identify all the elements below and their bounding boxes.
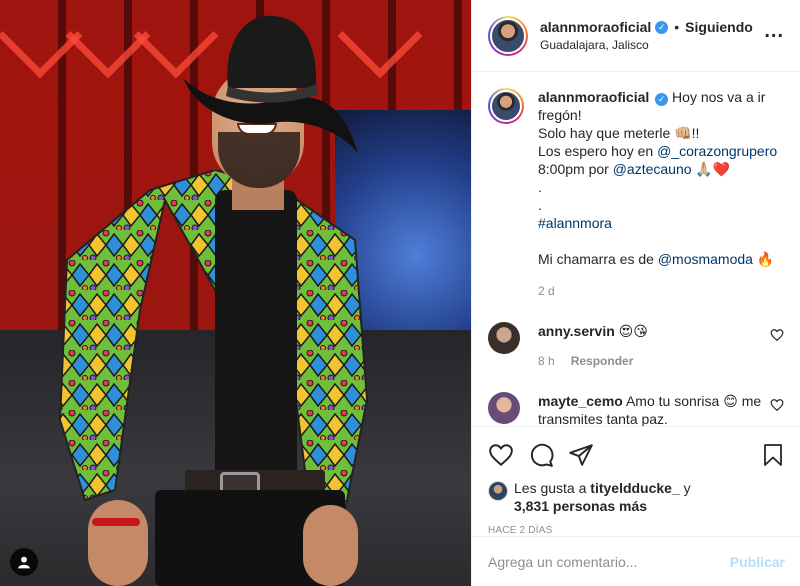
verified-icon: ✓ [655, 20, 669, 34]
commenter-username[interactable]: mayte_cemo [538, 393, 623, 409]
commenter-avatar[interactable] [488, 392, 520, 424]
location-link[interactable]: Guadalajara, Jalisco [540, 38, 764, 52]
comment-item: anny.servin 😍😘 8 h Responder [488, 322, 784, 370]
caption-time[interactable]: 2 d [538, 282, 784, 300]
comment-text: 😍😘 [618, 323, 648, 339]
likes-conj: y [679, 480, 691, 496]
following-button[interactable]: Siguiendo [685, 19, 753, 35]
reply-button[interactable]: Responder [571, 352, 634, 370]
comment-body: mayte_cemo Amo tu sonrisa 😊 me transmite… [538, 392, 784, 426]
comment-meta: 8 h Responder [538, 352, 762, 370]
comments-section[interactable]: alannmoraoficial ✓ Hoy nos va a ir fregó… [472, 72, 800, 426]
comment-icon[interactable] [528, 442, 554, 468]
black-shirt [215, 190, 297, 490]
left-hand [88, 500, 148, 586]
avatar-image [490, 17, 526, 54]
heart-icon[interactable] [488, 442, 514, 468]
hashtag-link[interactable]: #alannmora [538, 214, 784, 232]
caption-line: Los espero hoy en @_corazongrupero [538, 142, 784, 160]
caption-line: Solo hay que meterle 👊🏼!! [538, 125, 700, 141]
comment-body: anny.servin 😍😘 8 h Responder [538, 322, 784, 370]
caption-line: . [538, 197, 542, 213]
caption-text: 8:00pm por [538, 161, 613, 177]
more-icon[interactable]: ... [764, 20, 784, 51]
like-comment-heart-icon[interactable] [770, 398, 784, 412]
comment-time[interactable]: 8 h [538, 352, 555, 370]
caption-line [538, 232, 784, 250]
liker-username[interactable]: tityeldducke_ [590, 480, 679, 496]
instagram-post: alannmoraoficial ✓ • Siguiendo Guadalaja… [0, 0, 800, 586]
header-text: alannmoraoficial ✓ • Siguiendo Guadalaja… [540, 19, 764, 52]
header-row: alannmoraoficial ✓ • Siguiendo [540, 19, 764, 35]
author-avatar[interactable] [488, 15, 528, 56]
likes-prefix: Les gusta a [514, 480, 591, 496]
liker-avatar[interactable] [488, 481, 508, 501]
comment-input[interactable] [488, 553, 730, 570]
likes-text: Les gusta a tityeldducke_ y 3,831 person… [514, 479, 691, 515]
avatar-image [490, 90, 522, 122]
likes-summary: Les gusta a tityeldducke_ y 3,831 person… [488, 479, 785, 515]
user-tag-icon [18, 556, 30, 569]
commenter-username[interactable]: anny.servin [538, 323, 615, 339]
caption-line: alannmoraoficial ✓ Hoy nos va a ir fregó… [538, 88, 784, 124]
caption-author-avatar[interactable] [488, 88, 524, 124]
post-photo[interactable] [0, 0, 471, 586]
post-actions: Les gusta a tityeldducke_ y 3,831 person… [472, 426, 800, 536]
red-bracelet [92, 518, 140, 526]
mention-link[interactable]: @_corazongrupero [657, 143, 777, 159]
caption-line: . [538, 179, 542, 195]
caption: alannmoraoficial ✓ Hoy nos va a ir fregó… [488, 88, 784, 300]
caption-text: Mi chamarra es de [538, 251, 658, 267]
caption-line: 8:00pm por @aztecauno 🙏🏼❤️ [538, 160, 784, 178]
mention-link[interactable]: @aztecauno [613, 161, 692, 177]
right-hand [303, 505, 358, 586]
separator-dot: • [674, 19, 680, 35]
caption-username[interactable]: alannmoraoficial [538, 89, 649, 105]
comment-item: mayte_cemo Amo tu sonrisa 😊 me transmite… [488, 392, 784, 426]
like-comment-heart-icon[interactable] [770, 328, 784, 342]
publish-button[interactable]: Publicar [730, 554, 785, 570]
caption-body: alannmoraoficial ✓ Hoy nos va a ir fregó… [538, 88, 784, 300]
post-side-panel: alannmoraoficial ✓ • Siguiendo Guadalaja… [471, 0, 800, 586]
likes-count-link[interactable]: 3,831 personas más [514, 498, 647, 514]
posted-time[interactable]: HACE 2 DÍAS [488, 525, 785, 536]
caption-text: Los espero hoy en [538, 143, 658, 159]
mention-link[interactable]: @mosmamoda [658, 251, 753, 267]
caption-text: 🙏🏼❤️ [691, 161, 731, 177]
caption-text: 🔥 [752, 251, 775, 267]
post-header: alannmoraoficial ✓ • Siguiendo Guadalaja… [472, 0, 800, 72]
bookmark-icon[interactable] [761, 443, 785, 467]
share-icon[interactable] [568, 442, 594, 468]
add-comment-bar: Publicar [472, 536, 800, 586]
caption-line: Mi chamarra es de @mosmamoda 🔥 [538, 250, 784, 268]
commenter-avatar[interactable] [488, 322, 520, 354]
cowboy-hat [183, 15, 358, 153]
verified-icon: ✓ [655, 93, 669, 106]
author-username[interactable]: alannmoraoficial [540, 19, 651, 35]
user-tag-button[interactable] [10, 548, 38, 576]
action-bar [488, 435, 785, 475]
